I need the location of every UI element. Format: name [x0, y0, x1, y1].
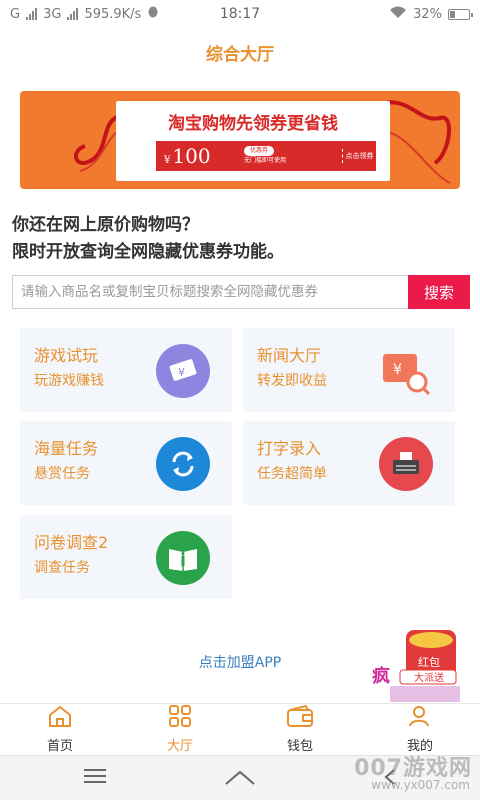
typewriter-icon [379, 437, 433, 491]
red-packet-icon: 红包 大派送 疯 [372, 630, 460, 702]
book-info-icon [156, 531, 210, 585]
task-title: 新闻大厅 [257, 346, 322, 365]
task-card-news-hall[interactable]: 新闻大厅 转发即收益 ¥ [243, 328, 455, 412]
home-button-icon[interactable] [224, 768, 256, 790]
svg-text:红包: 红包 [418, 656, 440, 669]
signal-icon [26, 8, 38, 20]
task-subtitle: 调查任务 [34, 560, 90, 576]
coupon-card: 淘宝购物先领券更省钱 ¥100 优惠券 无门槛即可使用 点击领券 [116, 101, 390, 181]
search-input[interactable] [12, 275, 408, 309]
refresh-icon [156, 437, 210, 491]
battery-icon [448, 8, 473, 20]
intro-line-2: 限时开放查询全网隐藏优惠券功能。 [12, 242, 284, 262]
task-title: 打字录入 [257, 439, 322, 458]
coupon-ticket: ¥100 优惠券 无门槛即可使用 点击领券 [156, 141, 376, 171]
grid-icon [168, 705, 192, 731]
task-title: 游戏试玩 [34, 346, 99, 365]
page-header: 综合大厅 [0, 28, 480, 76]
home-icon [48, 705, 72, 731]
money-bill-icon: ¥ [156, 344, 210, 398]
intro-text: 你还在网上原价购物吗？ 限时开放查询全网隐藏优惠券功能。 [12, 212, 472, 266]
network-speed: 595.9K/s [84, 6, 142, 22]
qq-icon [147, 6, 159, 23]
svg-text:疯: 疯 [372, 665, 390, 687]
coupon-tag: 优惠券 [244, 146, 275, 156]
signal-icon [67, 8, 79, 20]
user-icon [408, 705, 432, 731]
coupon-search: 搜索 [12, 275, 470, 309]
coupon-action[interactable]: 点击领券 [342, 149, 376, 163]
task-subtitle: 任务超简单 [257, 466, 327, 482]
network-label: 3G [43, 6, 62, 22]
bottom-tab-bar: 首页 大厅 钱包 我的 [0, 703, 480, 755]
coupon-banner[interactable]: 淘宝购物先领券更省钱 ¥100 优惠券 无门槛即可使用 点击领券 [20, 91, 460, 189]
task-subtitle: 转发即收益 [257, 373, 327, 389]
watermark-url: www.yx007.com [371, 778, 470, 792]
page-title: 综合大厅 [206, 44, 274, 65]
coupon-info: 优惠券 无门槛即可使用 [244, 146, 342, 166]
tab-hall[interactable]: 大厅 [120, 704, 240, 755]
tab-mine[interactable]: 我的 [360, 704, 480, 755]
tab-home[interactable]: 首页 [0, 704, 120, 755]
task-card-game-trial[interactable]: 游戏试玩 玩游戏赚钱 ¥ [20, 328, 232, 412]
tab-label: 大厅 [166, 739, 193, 754]
tab-label: 首页 [46, 739, 73, 754]
task-card-typing-entry[interactable]: 打字录入 任务超简单 [243, 421, 455, 505]
tab-wallet[interactable]: 钱包 [240, 704, 360, 755]
coupon-search-icon: ¥ [379, 344, 433, 398]
ribbon-decoration [384, 100, 452, 184]
status-bar: G 3G 595.9K/s 18:17 32% [0, 0, 480, 28]
intro-line-1: 你还在网上原价购物吗？ [12, 215, 199, 235]
coupon-amount: ¥100 [164, 144, 211, 168]
wifi-icon [389, 6, 407, 23]
battery-percent: 32% [413, 6, 442, 22]
task-subtitle: 玩游戏赚钱 [34, 373, 104, 389]
search-button[interactable]: 搜索 [408, 275, 470, 309]
svg-text:¥: ¥ [178, 366, 185, 379]
menu-icon[interactable] [84, 768, 106, 788]
red-packet-ad[interactable]: 红包 大派送 疯 [370, 630, 466, 702]
task-subtitle: 悬赏任务 [34, 466, 90, 482]
svg-text:大派送: 大派送 [414, 671, 444, 684]
task-title: 问卷调查2 [34, 533, 109, 552]
svg-text:¥: ¥ [393, 362, 402, 378]
tab-label: 钱包 [286, 739, 313, 754]
task-card-mass-tasks[interactable]: 海量任务 悬赏任务 [20, 421, 232, 505]
task-card-survey[interactable]: 问卷调查2 调查任务 [20, 515, 232, 599]
task-title: 海量任务 [34, 439, 99, 458]
banner-headline: 淘宝购物先领券更省钱 [168, 114, 338, 134]
wallet-icon [286, 704, 314, 731]
carrier-label: G [10, 6, 21, 22]
coupon-note: 无门槛即可使用 [244, 157, 287, 164]
